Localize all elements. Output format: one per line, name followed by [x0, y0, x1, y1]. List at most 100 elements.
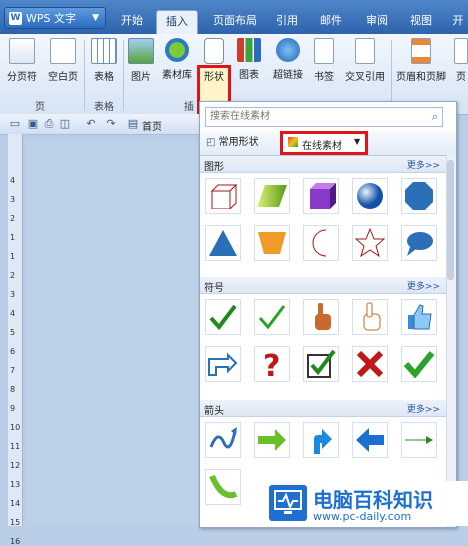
tab-insert[interactable]: 插入	[156, 10, 198, 35]
ruler-number: 1	[10, 233, 16, 242]
tab-home[interactable]: 开始	[112, 10, 152, 34]
document-area[interactable]	[26, 140, 200, 526]
ruler-number: 10	[10, 423, 21, 432]
chart-label: 图表	[239, 70, 259, 81]
clip-item[interactable]: ?	[254, 346, 290, 382]
cross-reference-button[interactable]: 交叉引用	[342, 38, 388, 94]
divider	[84, 40, 85, 110]
tab-common-shapes[interactable]: ◰ 常用形状	[206, 134, 274, 152]
clip-library-button[interactable]: 素材库	[158, 38, 196, 94]
star-icon	[355, 228, 385, 258]
page-break-button[interactable]: 分页符	[4, 38, 40, 94]
clip-item[interactable]	[254, 299, 290, 335]
table-button[interactable]: 表格	[88, 38, 120, 94]
trapezoid-icon	[257, 230, 287, 256]
clip-item[interactable]	[401, 346, 437, 382]
page-button[interactable]: 页	[454, 38, 468, 94]
clip-item[interactable]	[205, 225, 241, 261]
clip-item[interactable]	[205, 422, 241, 458]
search-input[interactable]	[206, 108, 414, 124]
clip-item[interactable]	[401, 225, 437, 261]
print-icon[interactable]: ⎙	[42, 117, 56, 131]
header-footer-button[interactable]: 页眉和页脚	[394, 38, 448, 94]
open-folder-icon[interactable]: ▭	[8, 117, 22, 131]
scrollbar-thumb[interactable]	[447, 160, 454, 280]
clip-item[interactable]	[205, 178, 241, 214]
shape-button[interactable]: 形状	[200, 38, 228, 94]
question-icon: ?	[257, 349, 287, 379]
ruler-number: 3	[10, 290, 16, 299]
clip-library-label: 素材库	[162, 70, 192, 81]
ruler-number: 9	[10, 404, 16, 413]
redo-icon[interactable]: ↷	[104, 117, 118, 131]
tab-online-clips[interactable]: 在线素材 ▼	[280, 131, 368, 155]
wps-menu-button[interactable]: W WPS 文字 ▼	[4, 7, 106, 29]
ruler-number: 4	[10, 176, 16, 185]
curve-arrow-icon	[208, 472, 238, 502]
hyperlink-button[interactable]: 超链接	[270, 38, 306, 94]
section-title: 图形	[204, 162, 224, 173]
page-break-icon	[9, 38, 35, 64]
shape-label: 形状	[204, 72, 224, 83]
ruler-number: 5	[10, 328, 16, 337]
curly-arrow-icon	[208, 425, 238, 455]
clip-item[interactable]	[205, 346, 241, 382]
ruler-number: 2	[10, 214, 16, 223]
clip-item[interactable]	[303, 178, 339, 214]
wps-menu-label: WPS 文字	[26, 12, 76, 25]
home-page-icon: ▤	[127, 117, 139, 130]
title-tab-bar: W WPS 文字 ▼ 开始 插入 页面布局 引用 邮件 审阅 视图 开	[0, 0, 468, 35]
blank-page-button[interactable]: 空白页	[44, 38, 82, 94]
online-clip-icon	[288, 137, 298, 147]
tab-references[interactable]: 引用	[270, 10, 304, 34]
print-preview-icon[interactable]: ◫	[58, 117, 72, 131]
save-icon[interactable]: ▣	[26, 117, 40, 131]
clip-item[interactable]	[352, 225, 388, 261]
ruler-number: 11	[10, 442, 21, 451]
more-link[interactable]: 更多>>	[407, 402, 440, 415]
red-x-icon	[355, 349, 385, 379]
chart-button[interactable]: 图表	[234, 38, 264, 94]
clip-item[interactable]	[401, 178, 437, 214]
green-arrow-icon	[257, 427, 287, 453]
page-icon	[454, 38, 468, 64]
svg-text:?: ?	[263, 349, 280, 379]
clip-item[interactable]	[401, 299, 437, 335]
pointing-hand-icon	[208, 351, 238, 377]
page-label: 页	[456, 72, 466, 83]
clip-item[interactable]	[254, 225, 290, 261]
more-link[interactable]: 更多>>	[407, 158, 440, 171]
blank-page-icon	[50, 38, 76, 64]
bookmark-button[interactable]: 书签	[310, 38, 338, 94]
clip-item[interactable]	[352, 178, 388, 214]
clip-item[interactable]	[205, 299, 241, 335]
clip-item[interactable]	[352, 422, 388, 458]
clip-item[interactable]	[303, 346, 339, 382]
clip-item[interactable]	[303, 225, 339, 261]
clip-item[interactable]	[303, 422, 339, 458]
clip-item[interactable]	[303, 299, 339, 335]
clip-item[interactable]	[352, 299, 388, 335]
clip-item[interactable]	[205, 469, 241, 505]
cross-reference-icon	[355, 38, 375, 64]
more-link[interactable]: 更多>>	[407, 279, 440, 292]
undo-icon[interactable]: ↶	[84, 117, 98, 131]
tab-more[interactable]: 开	[448, 10, 468, 34]
tab-mailings[interactable]: 邮件	[312, 10, 350, 34]
home-page-tab[interactable]: 首页	[142, 118, 162, 133]
clip-item[interactable]	[352, 346, 388, 382]
divider	[123, 40, 124, 110]
chevron-down-icon: ▼	[354, 137, 361, 146]
check-icon	[208, 303, 238, 331]
watermark-url: www.pc-daily.com	[313, 510, 412, 523]
purple-box-icon	[306, 183, 336, 209]
picture-button[interactable]: 图片	[127, 38, 155, 94]
tab-page-layout[interactable]: 页面布局	[204, 10, 266, 34]
tab-review[interactable]: 审阅	[360, 10, 394, 34]
tab-view[interactable]: 视图	[404, 10, 438, 34]
clip-item[interactable]	[254, 422, 290, 458]
clip-item[interactable]	[401, 422, 437, 458]
search-icon[interactable]: ⌕	[432, 110, 438, 124]
clip-item[interactable]	[254, 178, 290, 214]
quick-toolbar: ▭ ▣ ⎙ ◫ ↶ ↷ ▤ 首页	[0, 114, 200, 135]
